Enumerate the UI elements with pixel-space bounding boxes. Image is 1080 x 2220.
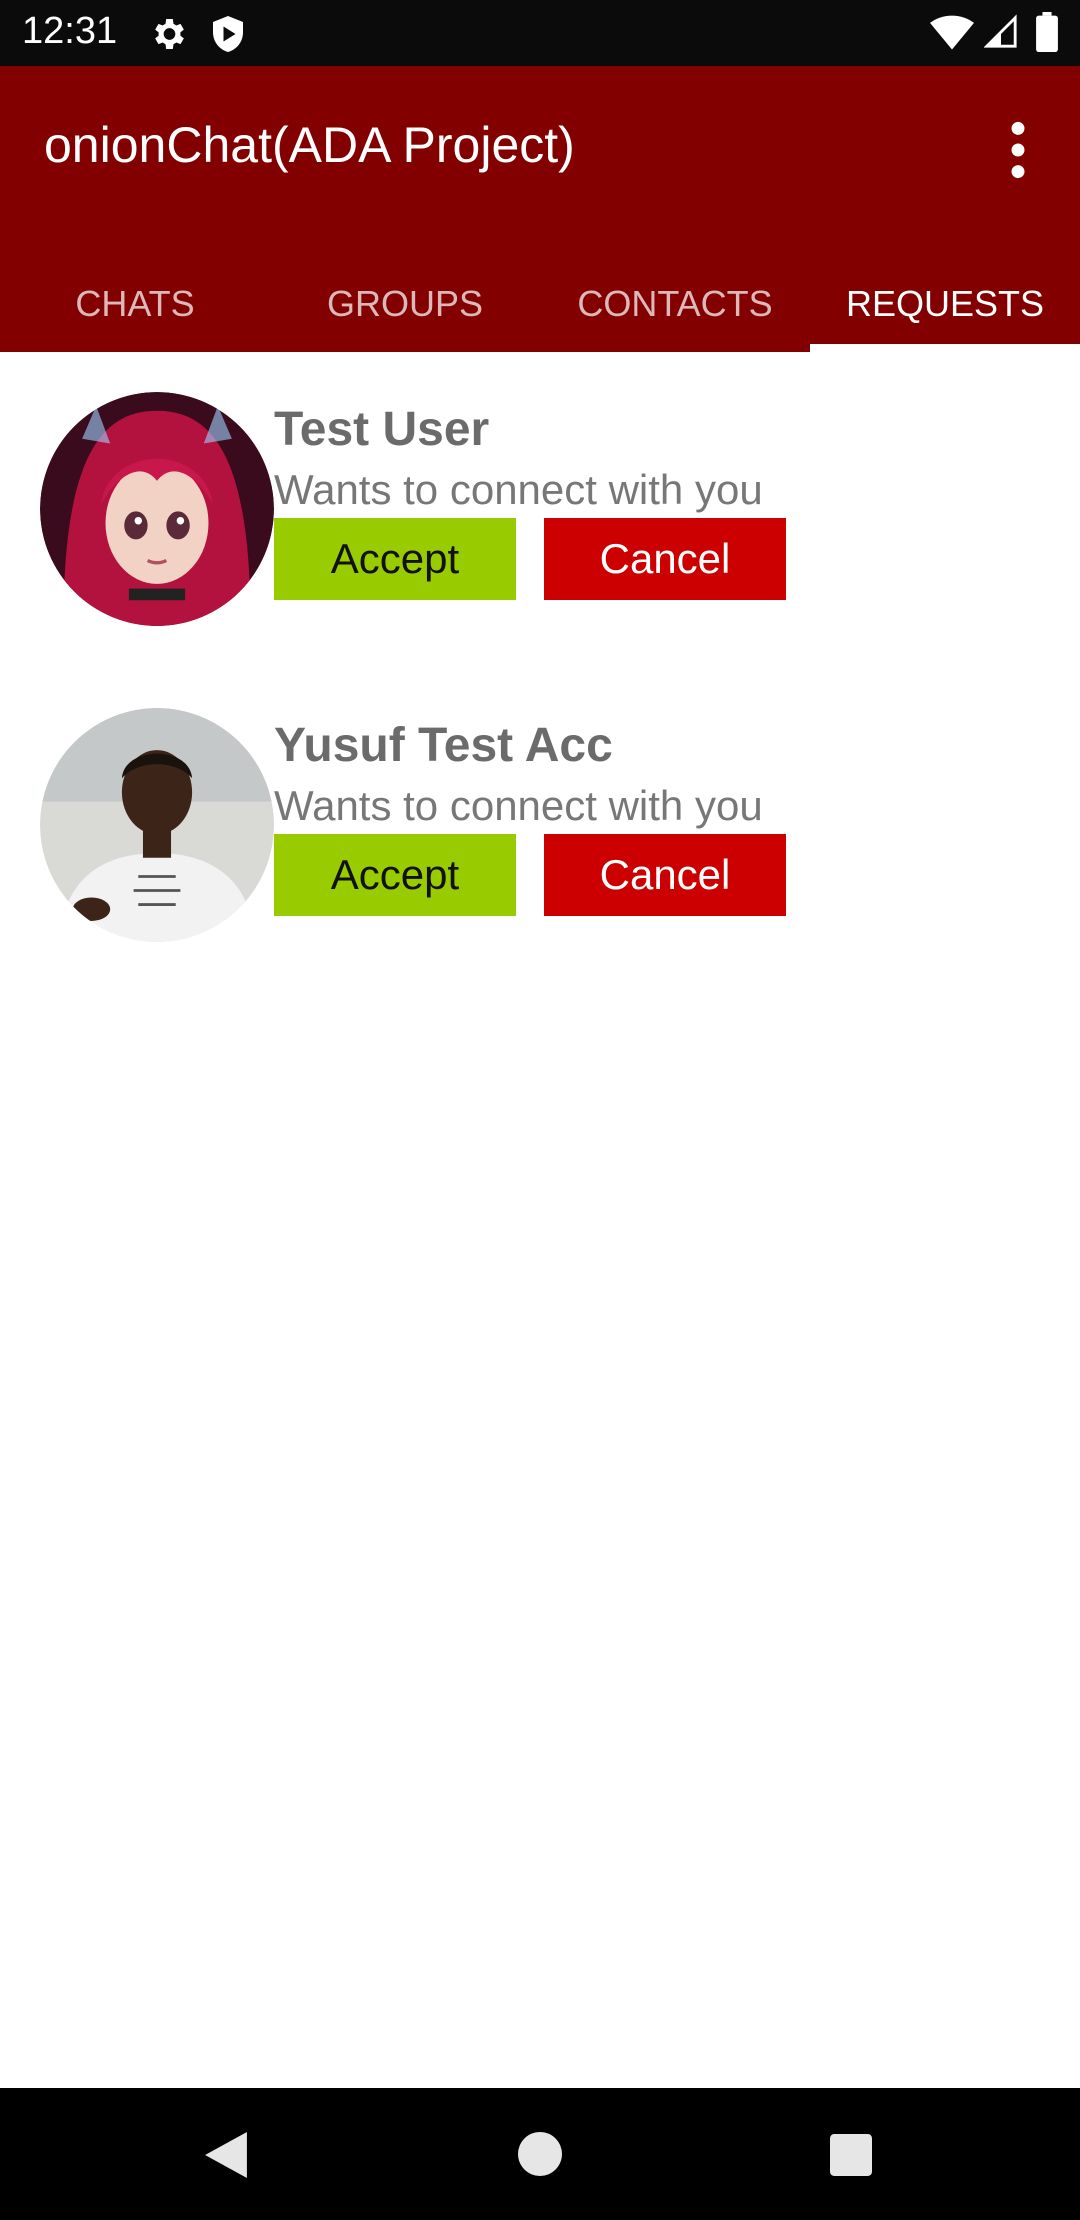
request-message: Wants to connect with you [274, 466, 763, 513]
cancel-button[interactable]: Cancel [544, 518, 786, 600]
tab-bar: CHATS GROUPS CONTACTS REQUESTS [0, 256, 1080, 352]
tab-chats[interactable]: CHATS [0, 256, 270, 352]
avatar[interactable] [40, 708, 274, 942]
wifi-icon [930, 15, 974, 50]
tab-contacts[interactable]: CONTACTS [540, 256, 810, 352]
app-title: onionChat(ADA Project) [44, 117, 575, 173]
status-time: 12:31 [22, 10, 118, 52]
app-bar: onionChat(ADA Project) CHATS GROUPS CONT… [0, 66, 1080, 352]
battery-icon [1036, 12, 1058, 52]
status-bar: 12:31 [0, 0, 1080, 66]
accept-button[interactable]: Accept [274, 518, 516, 600]
tab-requests[interactable]: REQUESTS [810, 256, 1080, 352]
recents-icon[interactable] [830, 2134, 872, 2176]
shield-icon [213, 16, 243, 52]
home-icon[interactable] [518, 2132, 562, 2176]
request-name: Yusuf Test Acc [274, 719, 613, 772]
tab-requests-label: REQUESTS [845, 283, 1045, 324]
request-name: Test User [274, 403, 490, 456]
signal-icon [984, 14, 1017, 48]
cancel-button[interactable]: Cancel [544, 834, 786, 916]
list-item: Test User Wants to connect with you Acce… [0, 352, 1080, 626]
more-options-icon[interactable] [996, 114, 1040, 186]
accept-button[interactable]: Accept [274, 834, 516, 916]
tab-indicator [810, 344, 1080, 352]
avatar[interactable] [40, 392, 274, 626]
list-item: Yusuf Test Acc Wants to connect with you… [0, 668, 1080, 942]
navigation-bar [0, 2088, 1080, 2220]
tab-groups[interactable]: GROUPS [270, 256, 540, 352]
request-message: Wants to connect with you [274, 782, 763, 829]
back-icon[interactable] [204, 2132, 248, 2178]
gear-icon [155, 19, 184, 49]
